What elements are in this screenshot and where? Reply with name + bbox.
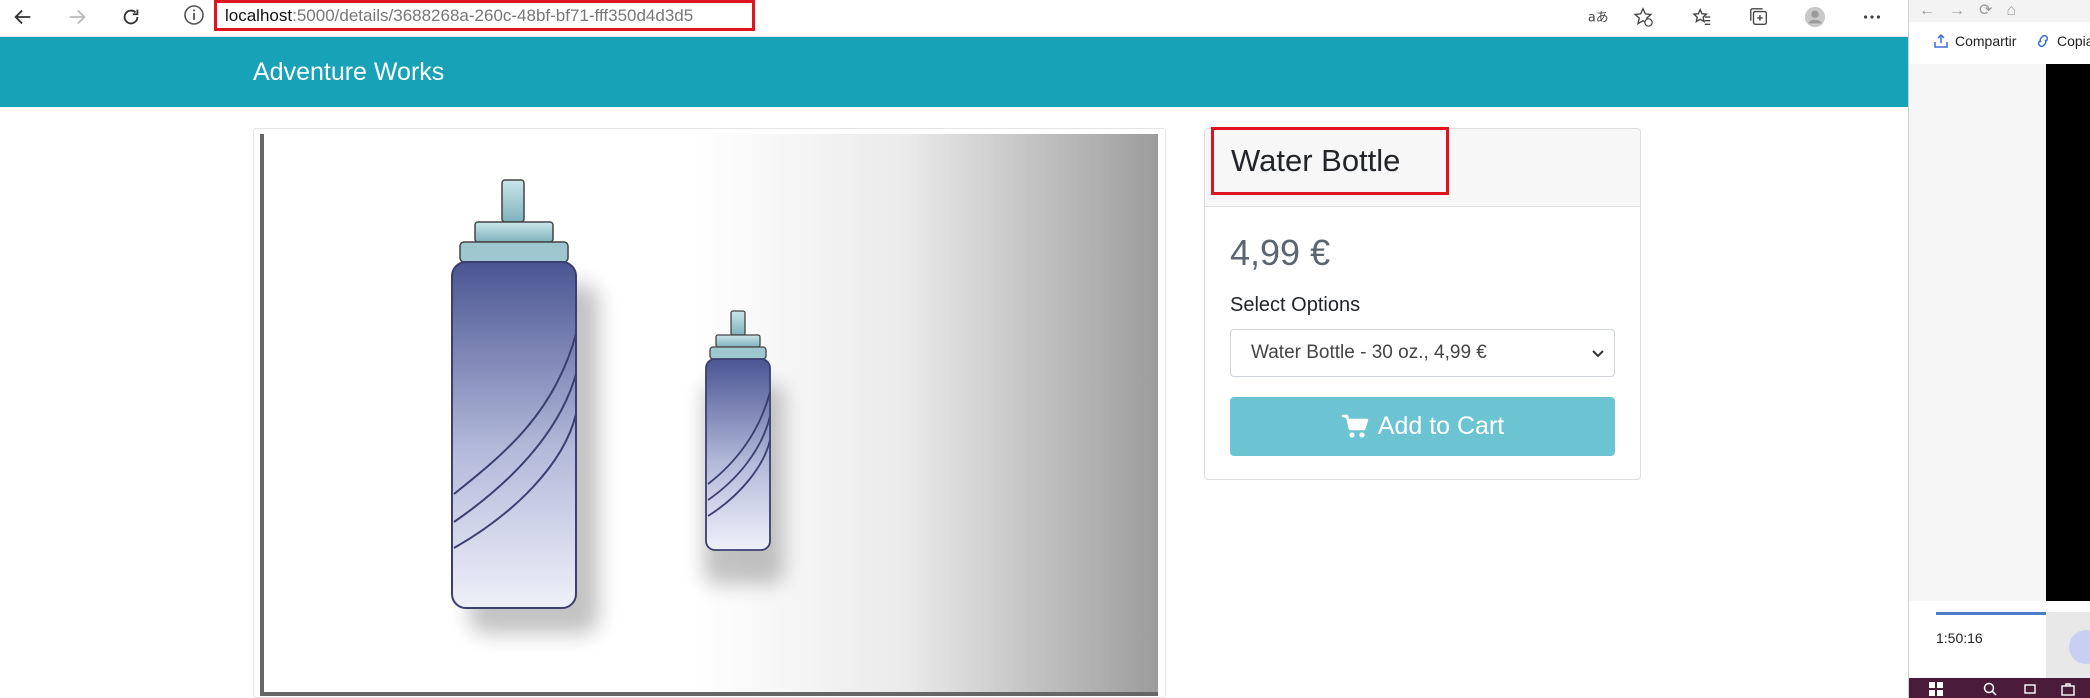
favorites-icon[interactable] — [1687, 2, 1717, 32]
share-button[interactable]: Compartir — [1955, 33, 2016, 49]
url-path: :5000/details/3688268a-260c-48bf-bf71-ff… — [292, 5, 694, 25]
video-area — [1909, 64, 2046, 601]
add-to-cart-label: Add to Cart — [1377, 412, 1505, 440]
product-image — [260, 134, 1158, 696]
browser-toolbar: localhost:5000/details/3688268a-260c-48b… — [0, 0, 1908, 37]
profile-icon[interactable] — [1800, 2, 1830, 32]
copy-icon — [2037, 34, 2049, 48]
windows-start-icon[interactable] — [1929, 682, 1943, 696]
product-price: 4,99 € — [1230, 232, 1331, 273]
card-header: Water Bottle — [1205, 127, 1640, 207]
taskbar — [1909, 678, 2090, 698]
url-host: localhost — [225, 5, 293, 25]
search-icon[interactable] — [1983, 682, 1997, 696]
side-actions: Compartir Copia — [1909, 28, 2090, 58]
address-bar[interactable]: localhost:5000/details/3688268a-260c-48b… — [166, 0, 1665, 32]
collections-icon[interactable] — [1744, 2, 1774, 32]
more-options-icon[interactable] — [1857, 2, 1887, 32]
product-title: Water Bottle — [1231, 143, 1401, 178]
copy-button[interactable]: Copia — [2057, 33, 2090, 49]
title-highlight: Water Bottle — [1211, 127, 1449, 195]
store-icon[interactable] — [2061, 682, 2075, 696]
add-to-cart-button[interactable]: Add to Cart — [1230, 397, 1615, 456]
svg-text:aあ: aあ — [1588, 11, 1608, 26]
product-image-card — [253, 128, 1166, 698]
forward-icon[interactable] — [62, 2, 92, 32]
product-detail-card: Water Bottle 4,99 € Select Options Water… — [1204, 127, 1641, 480]
chevron-down-icon — [1592, 350, 1604, 358]
option-select[interactable]: Water Bottle - 30 oz., 4,99 € — [1230, 329, 1615, 377]
share-icon — [1934, 33, 1948, 48]
selected-option: Water Bottle - 30 oz., 4,99 € — [1251, 342, 1487, 363]
add-favorite-icon[interactable] — [1628, 2, 1658, 32]
select-options-label: Select Options — [1230, 294, 1361, 316]
video-timecode: 1:50:16 — [1936, 630, 1983, 646]
url-text[interactable]: localhost:5000/details/3688268a-260c-48b… — [214, 0, 755, 31]
cart-icon — [1341, 414, 1369, 438]
brand-link[interactable]: Adventure Works — [253, 58, 444, 87]
read-aloud-icon[interactable]: aあ — [1582, 2, 1612, 32]
refresh-icon[interactable] — [116, 2, 146, 32]
side-window-toolbar: ←→⟳⌂ — [1909, 0, 2090, 22]
back-icon[interactable] — [8, 2, 38, 32]
app-navbar: Adventure Works — [0, 37, 1908, 107]
info-icon[interactable] — [183, 4, 205, 26]
side-nav-icons: ←→⟳⌂ — [1919, 2, 2031, 19]
task-view-icon[interactable] — [2023, 682, 2037, 696]
video-player[interactable] — [2046, 64, 2090, 601]
side-window: ←→⟳⌂ Compartir Copia 1:50:16 — [1908, 0, 2090, 698]
